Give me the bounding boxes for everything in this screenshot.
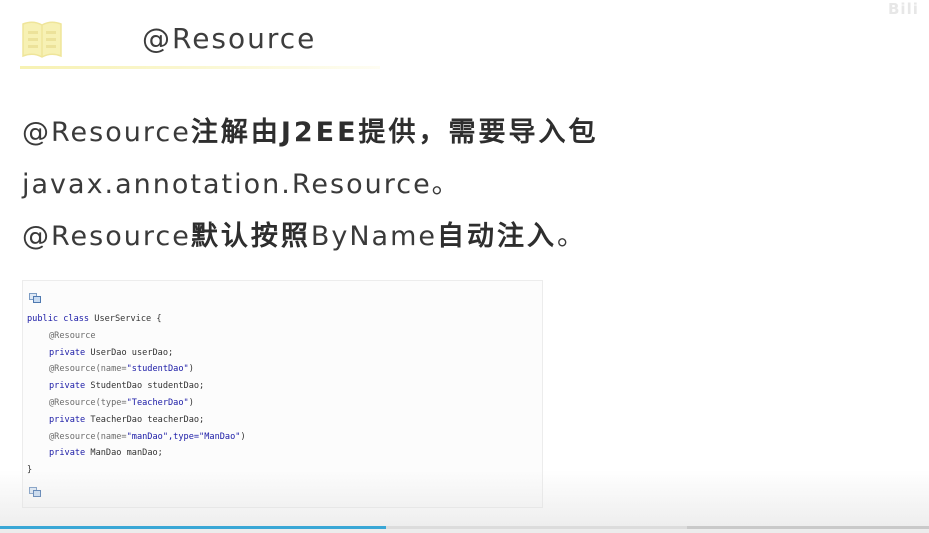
- progress-played: [0, 526, 386, 529]
- watermark-logo: Bili: [888, 0, 919, 18]
- code-line: private ManDao manDao;: [27, 445, 246, 462]
- code-lines: public class UserService { @Resource priva…: [27, 311, 246, 479]
- body-line-1-latin: @Resource: [22, 117, 191, 148]
- open-book-icon: [22, 21, 62, 58]
- player-bottom-fade: [0, 470, 929, 533]
- code-annotation: @Resource(name=: [49, 364, 127, 375]
- code-line: private UserDao userDao;: [27, 345, 246, 362]
- code-string: "studentDao": [126, 364, 189, 375]
- code-annotation: @Resource(type=: [49, 397, 127, 408]
- body-line-3-latin-b: ByName: [310, 221, 437, 252]
- code-line: private TeacherDao teacherDao;: [27, 412, 246, 429]
- code-text: ): [188, 397, 194, 408]
- code-annotation: @Resource: [49, 330, 96, 341]
- copy-code-icon[interactable]: [29, 293, 41, 303]
- body-line-1-cn: 注解由J2EE提供，需要导入包: [190, 117, 599, 148]
- code-line: private StudentDao studentDao;: [27, 378, 246, 395]
- code-keyword: private: [49, 414, 91, 425]
- code-text: TeacherDao teacherDao;: [90, 414, 205, 425]
- code-keyword: private: [49, 448, 91, 459]
- body-line-1: @Resource注解由J2EE提供，需要导入包: [22, 110, 599, 149]
- code-line: public class UserService {: [27, 311, 246, 328]
- body-line-2-latin: javax.annotation.Resource。: [22, 169, 461, 200]
- code-keyword: private: [49, 381, 91, 392]
- body-line-3-cn-b: 自动注入: [437, 221, 557, 252]
- body-line-3: @Resource默认按照ByName自动注入。: [22, 214, 586, 253]
- code-annotation: @Resource(name=: [49, 431, 127, 442]
- code-text: StudentDao studentDao;: [90, 381, 205, 392]
- body-line-3-cn-a: 默认按照: [190, 221, 311, 252]
- code-text: ): [240, 431, 246, 442]
- code-line: @Resource(name="studentDao"): [27, 361, 246, 378]
- body-line-3-latin-a: @Resource: [22, 221, 191, 252]
- body-line-2: javax.annotation.Resource。: [22, 162, 461, 201]
- slide-title: @Resource: [142, 22, 317, 55]
- code-line: @Resource(type="TeacherDao"): [27, 395, 246, 412]
- code-string: "manDao",type="ManDao": [126, 431, 241, 442]
- code-line: @Resource(name="manDao",type="ManDao"): [27, 429, 246, 446]
- code-string: "TeacherDao": [126, 397, 189, 408]
- code-text: ManDao manDao;: [90, 448, 163, 459]
- code-keyword: private: [49, 347, 91, 358]
- video-progress-bar[interactable]: [0, 526, 929, 529]
- code-text: ): [188, 364, 194, 375]
- code-line: @Resource: [27, 328, 246, 345]
- code-keyword: public class: [27, 314, 95, 324]
- title-underline: [20, 66, 380, 69]
- code-text: UserDao userDao;: [90, 347, 174, 358]
- code-text: UserService {: [94, 314, 162, 324]
- body-line-3-tail: 。: [557, 221, 586, 252]
- video-slide-frame: @Resource Bili @Resource注解由J2EE提供，需要导入包 …: [0, 0, 929, 533]
